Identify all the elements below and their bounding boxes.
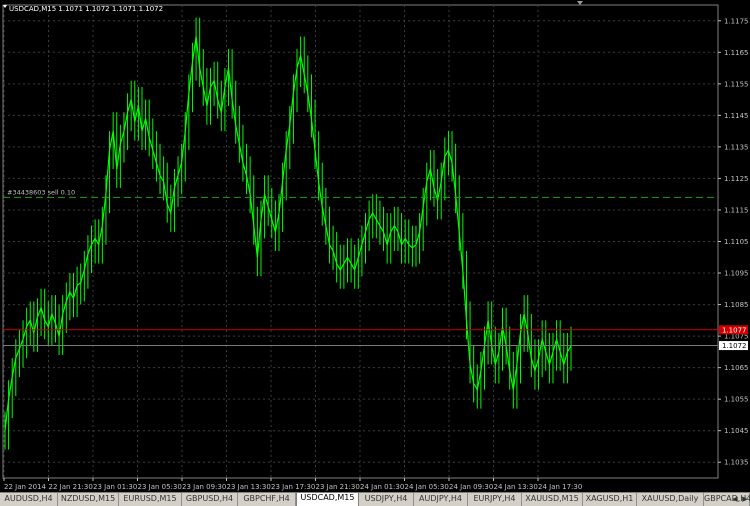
x-tick-label: 23 Jan 21:30 [316, 483, 360, 491]
y-tick-label: 1.1135 [724, 143, 749, 151]
y-tick-label: 1.1105 [724, 238, 749, 246]
y-tick-label: 1.1065 [724, 364, 749, 372]
chart-tab-xauusd-daily[interactable]: XAUUSD,Daily [637, 493, 704, 506]
chart-shift-marker-icon[interactable] [577, 1, 583, 5]
x-tick-label: 23 Jan 13:30 [227, 483, 271, 491]
chart-tab-eurjpy-h4[interactable]: EURJPY,H4 [468, 493, 522, 506]
bid-price-label: 1.1072 [722, 342, 747, 350]
price-chart[interactable]: 1.1175 1.1165 1.1155 1.1145 1.1135 1.1125 1.11… [0, 0, 750, 492]
chart-area[interactable]: 1.1175 1.1165 1.1155 1.1145 1.1135 1.1125 1.11… [0, 0, 750, 492]
chart-tab-usdcad-m15[interactable]: USDCAD,M15 [296, 493, 359, 506]
chart-tab-xauusd-m15[interactable]: XAUUSD,M15 [522, 493, 583, 506]
x-tick-label: 23 Jan 05:30 [138, 483, 182, 491]
y-tick-label: 1.1145 [724, 112, 749, 120]
chart-tab-usdjpy-h4[interactable]: USDJPY,H4 [359, 493, 414, 506]
x-tick-label: 24 Jan 17:30 [538, 483, 582, 491]
chart-header: USDCAD,M15 1.1071 1.1072 1.1071 1.1072 [9, 5, 163, 13]
y-tick-label: 1.1125 [724, 175, 749, 183]
chart-tab-bar: AUDUSD,H4 NZDUSD,M15 EURUSD,M15 GBPUSD,H4 GB… [0, 492, 750, 506]
price-series-line [4, 36, 572, 431]
y-tick-label: 1.1085 [724, 301, 749, 309]
chart-tab-gbpusd-h4[interactable]: GBPUSD,H4 [182, 493, 238, 506]
y-tick-label: 1.1165 [724, 49, 749, 57]
x-tick-label: 23 Jan 17:30 [271, 483, 315, 491]
chart-tab-gbpchf-h4[interactable]: GBPCHF,H4 [238, 493, 296, 506]
x-tick-label: 23 Jan 01:30 [93, 483, 137, 491]
y-tick-label: 1.1095 [724, 270, 749, 278]
order-label: #34438603 sell 0.10 [7, 188, 75, 196]
chart-tab-audjpy-h4[interactable]: AUDJPY,H4 [414, 493, 468, 506]
x-tick-label: 24 Jan 05:30 [405, 483, 449, 491]
x-tick-label: 22 Jan 2014 [4, 483, 47, 491]
x-tick-label: 24 Jan 09:30 [449, 483, 493, 491]
ask-price-label: 1.1077 [722, 326, 747, 334]
y-tick-label: 1.1155 [724, 80, 749, 88]
y-tick-label: 1.1055 [724, 396, 749, 404]
chart-tab-audusd-h4[interactable]: AUDUSD,H4 [0, 493, 58, 506]
tab-scroll-left-icon[interactable]: ◀ [730, 493, 740, 506]
y-tick-label: 1.1045 [724, 427, 749, 435]
x-tick-label: 24 Jan 01:30 [360, 483, 404, 491]
y-tick-label: 1.1115 [724, 206, 749, 214]
tab-scroll-right-icon[interactable]: ▶ [740, 493, 750, 506]
x-tick-label: 24 Jan 13:30 [494, 483, 538, 491]
x-tick-label: 23 Jan 09:30 [182, 483, 226, 491]
chart-tab-eurusd-m15[interactable]: EURUSD,M15 [119, 493, 182, 506]
chart-tab-nzdusd-m15[interactable]: NZDUSD,M15 [58, 493, 119, 506]
y-tick-label: 1.1035 [724, 459, 749, 467]
chart-tab-xagusd-h1[interactable]: XAGUSD,H1 [583, 493, 637, 506]
y-tick-label: 1.1175 [724, 17, 749, 25]
x-tick-label: 22 Jan 21:30 [49, 483, 93, 491]
